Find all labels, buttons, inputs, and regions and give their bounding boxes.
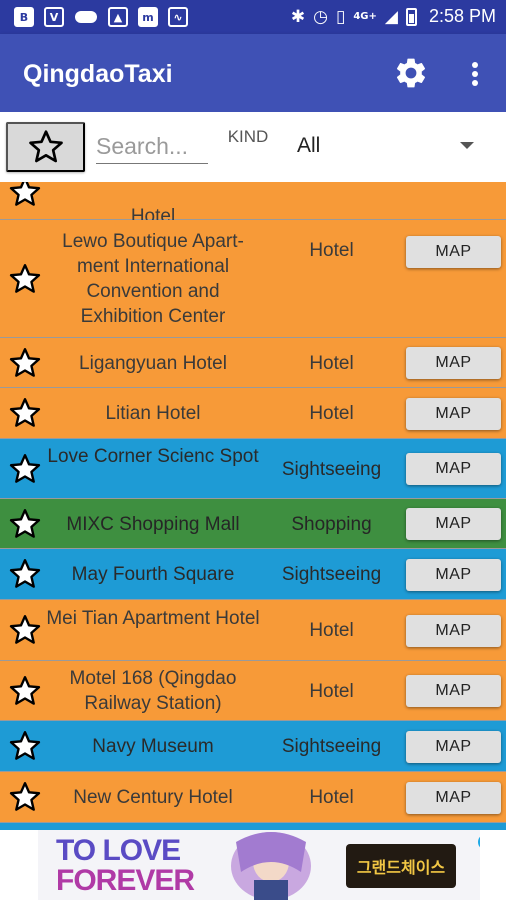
place-name: Litian Hotel bbox=[105, 403, 201, 424]
place-kind: Hotel bbox=[309, 240, 354, 261]
map-button[interactable]: MAP bbox=[406, 398, 501, 430]
star-outline-icon[interactable] bbox=[7, 612, 43, 648]
list-item[interactable]: MIXC Shopping Mall Shopping MAP bbox=[0, 499, 506, 549]
place-name: New Century Hotel bbox=[73, 787, 233, 808]
list-item[interactable]: Love Corner Scienc Spot Sightseeing MAP bbox=[0, 439, 506, 499]
star-outline-icon[interactable] bbox=[7, 506, 43, 542]
place-kind: Sightseeing bbox=[281, 459, 382, 480]
place-list-content: Hotel Lewo Boutique Apart-ment Internatio… bbox=[0, 182, 506, 830]
list-item[interactable]: Hotel bbox=[0, 182, 506, 227]
status-bar: B V ▲ m ∿ ✱ ◷ ▯ 4G+ ◢ 2:58 PM bbox=[0, 0, 506, 34]
app-title: QingdaoTaxi bbox=[23, 60, 173, 88]
ad-banner[interactable]: TO LOVE FOREVER 그랜드체이스 i × bbox=[0, 830, 506, 900]
stock-app-icon: m bbox=[138, 7, 158, 27]
vibrate-icon: ▯ bbox=[335, 6, 346, 27]
system-icons: ✱ ◷ ▯ 4G+ ◢ 2:58 PM bbox=[291, 6, 496, 27]
favorites-filter-button[interactable] bbox=[6, 122, 85, 172]
clock: 2:58 PM bbox=[428, 6, 496, 26]
star-outline-icon[interactable] bbox=[7, 673, 43, 709]
map-button[interactable]: MAP bbox=[406, 782, 501, 814]
star-outline-icon[interactable] bbox=[7, 345, 43, 381]
ad-game-logo: 그랜드체이스 bbox=[346, 844, 456, 888]
kind-label: KIND bbox=[227, 127, 269, 146]
place-name: Mei Tian Apartment Hotel bbox=[46, 608, 260, 629]
vpn-icon: V bbox=[44, 7, 64, 27]
place-name: MIXC Shopping Mall bbox=[66, 514, 240, 535]
notification-icons: B V ▲ m ∿ bbox=[14, 7, 188, 27]
kind-dropdown[interactable]: All bbox=[290, 126, 490, 166]
star-outline-icon[interactable] bbox=[7, 556, 43, 592]
ad-headline-line1: TO LOVE bbox=[56, 834, 181, 867]
ad-headline-line2: FOREVER bbox=[56, 864, 195, 897]
place-kind: Hotel bbox=[309, 620, 354, 641]
filter-bar: KIND All bbox=[0, 112, 506, 182]
app-bar: QingdaoTaxi bbox=[0, 34, 506, 112]
star-outline-icon bbox=[28, 130, 63, 163]
place-kind: Hotel bbox=[309, 787, 354, 808]
place-name: May Fourth Square bbox=[71, 564, 235, 585]
list-item[interactable]: May Fourth Square Sightseeing MAP bbox=[0, 549, 506, 600]
place-name: Navy Museum bbox=[92, 736, 214, 757]
star-outline-icon[interactable] bbox=[7, 451, 43, 487]
signal-icon: ◢ bbox=[384, 6, 398, 27]
map-button[interactable]: MAP bbox=[406, 731, 501, 763]
map-button[interactable]: MAP bbox=[406, 236, 501, 268]
map-button[interactable]: MAP bbox=[406, 347, 501, 379]
dropdown-arrow-icon bbox=[460, 142, 474, 149]
kind-selected-value: All bbox=[297, 134, 321, 157]
bluetooth-icon: ✱ bbox=[290, 6, 306, 27]
place-list[interactable]: Hotel Lewo Boutique Apart-ment Internatio… bbox=[0, 182, 506, 830]
list-item[interactable]: Navy Museum Sightseeing MAP bbox=[0, 721, 506, 772]
ad-creative[interactable]: TO LOVE FOREVER 그랜드체이스 i × bbox=[38, 830, 480, 900]
map-button[interactable]: MAP bbox=[406, 508, 501, 540]
place-kind: Hotel bbox=[309, 353, 354, 374]
map-button[interactable]: MAP bbox=[406, 675, 501, 707]
image-icon: ▲ bbox=[108, 7, 128, 27]
map-button[interactable]: MAP bbox=[406, 453, 501, 485]
alarm-icon: ◷ bbox=[313, 6, 328, 27]
battery-icon bbox=[405, 7, 417, 26]
cloud-icon bbox=[74, 7, 98, 27]
place-name: Motel 168 (Qingdao Railway Station) bbox=[69, 668, 237, 714]
ad-logo-text: 그랜드체이스 bbox=[356, 858, 446, 877]
star-outline-icon[interactable] bbox=[7, 779, 43, 815]
list-item[interactable]: Mei Tian Apartment Hotel Hotel MAP bbox=[0, 600, 506, 661]
place-name: Love Corner Scienc Spot bbox=[47, 446, 259, 467]
map-button[interactable]: MAP bbox=[406, 615, 501, 647]
more-vert-icon[interactable] bbox=[464, 58, 486, 90]
star-outline-icon[interactable] bbox=[7, 395, 43, 431]
blogger-icon: B bbox=[14, 7, 34, 27]
place-kind: Hotel bbox=[309, 403, 354, 424]
place-kind: Sightseeing bbox=[281, 564, 382, 585]
map-button[interactable]: MAP bbox=[406, 559, 501, 591]
place-name: Ligangyuan Hotel bbox=[79, 353, 227, 374]
ad-info-icon[interactable]: i bbox=[478, 834, 480, 850]
place-kind: Sightseeing bbox=[281, 736, 382, 757]
list-item[interactable]: New Century Hotel Hotel MAP bbox=[0, 772, 506, 823]
list-item[interactable]: Motel 168 (Qingdao Railway Station) Hotel… bbox=[0, 661, 506, 721]
place-name: Lewo Boutique Apart-ment International C… bbox=[62, 231, 244, 327]
place-kind: Hotel bbox=[309, 681, 354, 702]
list-item[interactable]: Litian Hotel Hotel MAP bbox=[0, 388, 506, 439]
ad-character-illustration bbox=[231, 832, 311, 900]
list-item[interactable]: Ligangyuan Hotel Hotel MAP bbox=[0, 338, 506, 388]
star-outline-icon[interactable] bbox=[7, 261, 43, 297]
network-type: 4G+ bbox=[353, 11, 377, 22]
gear-icon[interactable] bbox=[393, 55, 429, 91]
list-item[interactable]: Lewo Boutique Apart-ment International C… bbox=[0, 220, 506, 338]
star-outline-icon[interactable] bbox=[7, 728, 43, 764]
place-kind: Shopping bbox=[291, 514, 372, 535]
pulse-icon: ∿ bbox=[168, 7, 188, 27]
star-outline-icon[interactable] bbox=[7, 182, 43, 210]
list-item[interactable]: No.1 Bathing BeachSightseeingMAP bbox=[0, 823, 506, 830]
search-input[interactable] bbox=[96, 130, 208, 164]
